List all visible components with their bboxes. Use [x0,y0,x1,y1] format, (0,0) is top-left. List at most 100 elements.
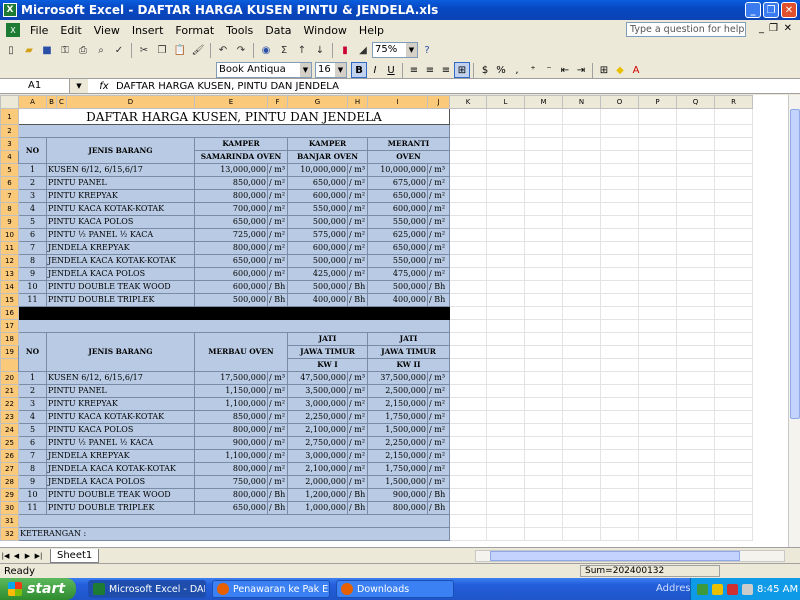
price-1[interactable]: 900,000 [194,436,268,450]
empty-cell[interactable] [524,202,563,216]
col-header-r[interactable]: R [714,95,753,109]
empty-cell[interactable] [600,202,639,216]
empty-cell[interactable] [600,449,639,463]
price-2[interactable]: 2,000,000 [287,475,348,489]
empty-cell[interactable] [638,462,677,476]
price-1[interactable]: 750,000 [194,475,268,489]
empty-cell[interactable] [486,254,525,268]
unit-1[interactable]: / m² [267,384,288,398]
empty-cell[interactable] [638,410,677,424]
unit-1[interactable]: / Bh [267,293,288,307]
empty-cell[interactable] [600,306,639,320]
row-no[interactable]: 5 [18,215,47,229]
empty-cell[interactable] [524,462,563,476]
empty-cell[interactable] [486,475,525,489]
empty-cell[interactable] [524,176,563,190]
row-item[interactable]: JENDELA KREPYAK [46,241,195,255]
empty-cell[interactable] [449,384,487,398]
empty-cell[interactable] [486,319,525,333]
empty-cell[interactable] [600,436,639,450]
empty-cell[interactable] [524,527,563,541]
unit-2[interactable]: / m³ [347,371,368,385]
unit-3[interactable]: / Bh [427,501,450,515]
unit-1[interactable]: / m² [267,462,288,476]
print-preview-icon[interactable]: ⌕ [93,42,109,58]
sheet-tab-sheet1[interactable]: Sheet1 [50,548,100,563]
empty-cell[interactable] [714,228,753,242]
col-header-d[interactable]: D [66,95,195,109]
align-left-icon[interactable]: ≡ [406,62,422,78]
empty-cell[interactable] [600,280,639,294]
header-col2-line2[interactable]: BANJAR OVEN [287,150,368,164]
empty-cell[interactable] [676,488,715,502]
unit-1[interactable]: / m² [267,436,288,450]
row-header[interactable]: 7 [0,189,19,203]
row-item[interactable]: PINTU KREPYAK [46,189,195,203]
empty-cell[interactable] [486,527,525,541]
unit-3[interactable]: / m² [427,202,450,216]
worksheet-grid[interactable]: A B C D E F G H I J K L M N O P Q R 1 DAF… [0,95,800,547]
unit-1[interactable]: / m² [267,189,288,203]
empty-cell[interactable] [562,176,601,190]
row-item[interactable]: PINTU DOUBLE TEAK WOOD [46,488,195,502]
unit-3[interactable]: / m² [427,241,450,255]
unit-2[interactable]: / m² [347,475,368,489]
row-header[interactable]: 9 [0,215,19,229]
row-item[interactable]: KUSEN 6/12, 6/15,6/17 [46,371,195,385]
header-col3-line2[interactable]: OVEN [367,150,450,164]
price-3[interactable]: 550,000 [367,254,428,268]
row-header[interactable]: 10 [0,228,19,242]
row-item[interactable]: JENDELA KACA POLOS [46,267,195,281]
empty-cell[interactable] [638,514,677,528]
empty-cell[interactable] [486,137,525,151]
price-1[interactable]: 850,000 [194,410,268,424]
empty-cell[interactable] [449,254,487,268]
empty-cell[interactable] [676,228,715,242]
price-1[interactable]: 1,100,000 [194,449,268,463]
sheet-title[interactable]: DAFTAR HARGA KUSEN, PINTU DAN JENDELA [18,108,450,125]
empty-cell[interactable] [524,332,563,346]
empty-cell[interactable] [676,332,715,346]
price-2[interactable]: 3,500,000 [287,384,348,398]
menu-help[interactable]: Help [353,24,390,37]
minimize-button[interactable]: _ [745,2,761,18]
empty-cell[interactable] [486,163,525,177]
empty-cell[interactable] [449,163,487,177]
spelling-icon[interactable]: ✓ [111,42,127,58]
price-2[interactable]: 550,000 [287,202,348,216]
empty-cell[interactable] [449,514,487,528]
empty-cell[interactable] [486,267,525,281]
price-2[interactable]: 2,100,000 [287,462,348,476]
unit-3[interactable]: / m² [427,397,450,411]
task-downloads[interactable]: Downloads [336,580,454,598]
empty-cell[interactable] [638,108,677,125]
empty-cell[interactable] [714,501,753,515]
header-no[interactable]: NO [18,137,47,164]
row-no[interactable]: 9 [18,267,47,281]
row-header[interactable]: 23 [0,410,19,424]
unit-1[interactable]: / m² [267,241,288,255]
row-no[interactable]: 4 [18,410,47,424]
paste-icon[interactable]: 📋 [172,42,188,58]
empty-cell[interactable] [562,358,601,372]
empty-cell[interactable] [449,345,487,359]
first-sheet-icon[interactable]: |◀ [0,552,11,560]
row-item[interactable]: PINTU ½ PANEL ½ KACA [46,228,195,242]
hyperlink-icon[interactable]: ◉ [258,42,274,58]
empty-cell[interactable] [449,150,487,164]
empty-cell[interactable] [600,254,639,268]
empty-cell[interactable] [486,423,525,437]
price-3[interactable]: 675,000 [367,176,428,190]
empty-cell[interactable] [562,150,601,164]
header2-col2-line2[interactable]: JAWA TIMUR [287,345,368,359]
empty-cell[interactable] [524,488,563,502]
empty-cell[interactable] [449,436,487,450]
unit-3[interactable]: / m² [427,410,450,424]
empty-cell[interactable] [676,293,715,307]
empty-cell[interactable] [486,371,525,385]
menu-file[interactable]: File [24,24,54,37]
price-3[interactable]: 2,150,000 [367,397,428,411]
unit-2[interactable]: / Bh [347,501,368,515]
price-3[interactable]: 1,500,000 [367,423,428,437]
empty-cell[interactable] [449,423,487,437]
